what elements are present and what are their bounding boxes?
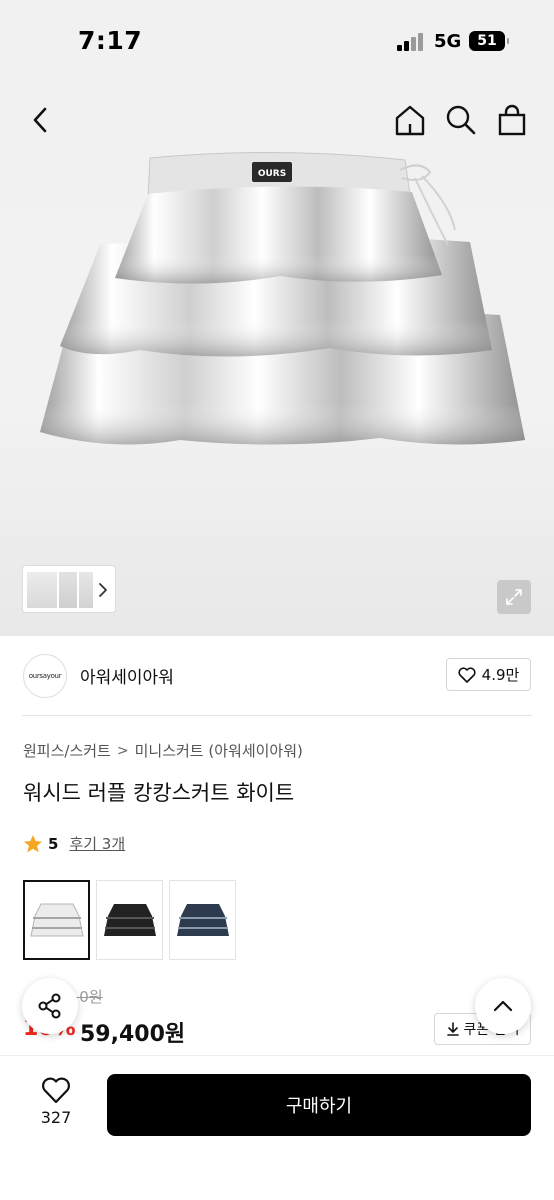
back-button[interactable] — [22, 102, 58, 138]
seller-logo[interactable]: oursayour — [23, 654, 67, 698]
product-image[interactable]: OURS — [30, 150, 530, 480]
share-button[interactable] — [22, 978, 78, 1034]
breadcrumb: 원피스/스커트 > 미니스커트 (아워세이아워) — [23, 740, 303, 761]
search-button[interactable] — [443, 102, 479, 138]
thumbnail-strip[interactable] — [22, 565, 116, 613]
seller-row[interactable]: oursayour 아워세이아워 4.9만 — [0, 636, 554, 716]
expand-icon — [506, 589, 522, 605]
expand-image-button[interactable] — [497, 580, 531, 614]
color-option-white-image — [29, 903, 84, 937]
heart-icon — [458, 666, 476, 683]
color-option-black-image — [103, 904, 156, 936]
buy-button[interactable]: 구매하기 — [107, 1074, 531, 1136]
color-option-black[interactable] — [96, 880, 163, 960]
wishlist-count: 327 — [40, 1108, 72, 1127]
status-time: 7:17 — [78, 26, 143, 55]
chevron-up-icon — [493, 1000, 513, 1012]
heart-icon — [42, 1077, 70, 1104]
product-hero: OURS — [0, 80, 554, 636]
breadcrumb-level2[interactable]: 미니스커트 (아워세이아워) — [135, 740, 303, 761]
breadcrumb-level1[interactable]: 원피스/스커트 — [23, 740, 111, 761]
bottom-bar: 327 구매하기 — [0, 1055, 554, 1200]
breadcrumb-separator: > — [116, 742, 129, 759]
cart-button[interactable] — [494, 102, 530, 138]
brand-patch-text: OURS — [258, 169, 286, 179]
color-options — [23, 880, 236, 960]
home-button[interactable] — [392, 102, 428, 138]
seller-like-count: 4.9만 — [481, 666, 520, 684]
shopping-bag-icon — [498, 104, 526, 136]
chevron-right-icon[interactable] — [95, 580, 111, 600]
product-title: 워시드 러플 캉캉스커트 화이트 — [23, 781, 295, 805]
scroll-top-button[interactable] — [475, 978, 531, 1034]
divider — [22, 715, 532, 716]
seller-logo-text: oursayour — [28, 672, 62, 680]
status-bar: 7:17 5G 51 — [0, 0, 554, 80]
signal-icon — [397, 33, 425, 51]
chevron-left-icon — [33, 107, 47, 133]
color-option-denim[interactable] — [169, 880, 236, 960]
sale-price: 59,400원 — [80, 1022, 186, 1047]
wishlist-button[interactable]: 327 — [30, 1076, 82, 1140]
seller-like-button[interactable]: 4.9만 — [446, 658, 531, 691]
rating-score: 5 — [48, 834, 59, 853]
search-icon — [446, 105, 476, 135]
download-icon — [446, 1022, 459, 1036]
star-icon — [24, 834, 42, 852]
rating: 5 후기 3개 — [23, 833, 125, 854]
color-option-denim-image — [176, 904, 229, 936]
seller-name[interactable]: 아워세이아워 — [80, 663, 174, 688]
color-option-white[interactable] — [23, 880, 90, 960]
share-icon — [38, 993, 61, 1019]
network-type: 5G — [434, 31, 462, 52]
home-icon — [395, 105, 425, 136]
reviews-link[interactable]: 후기 3개 — [69, 833, 125, 854]
battery-icon: 51 — [469, 31, 509, 51]
